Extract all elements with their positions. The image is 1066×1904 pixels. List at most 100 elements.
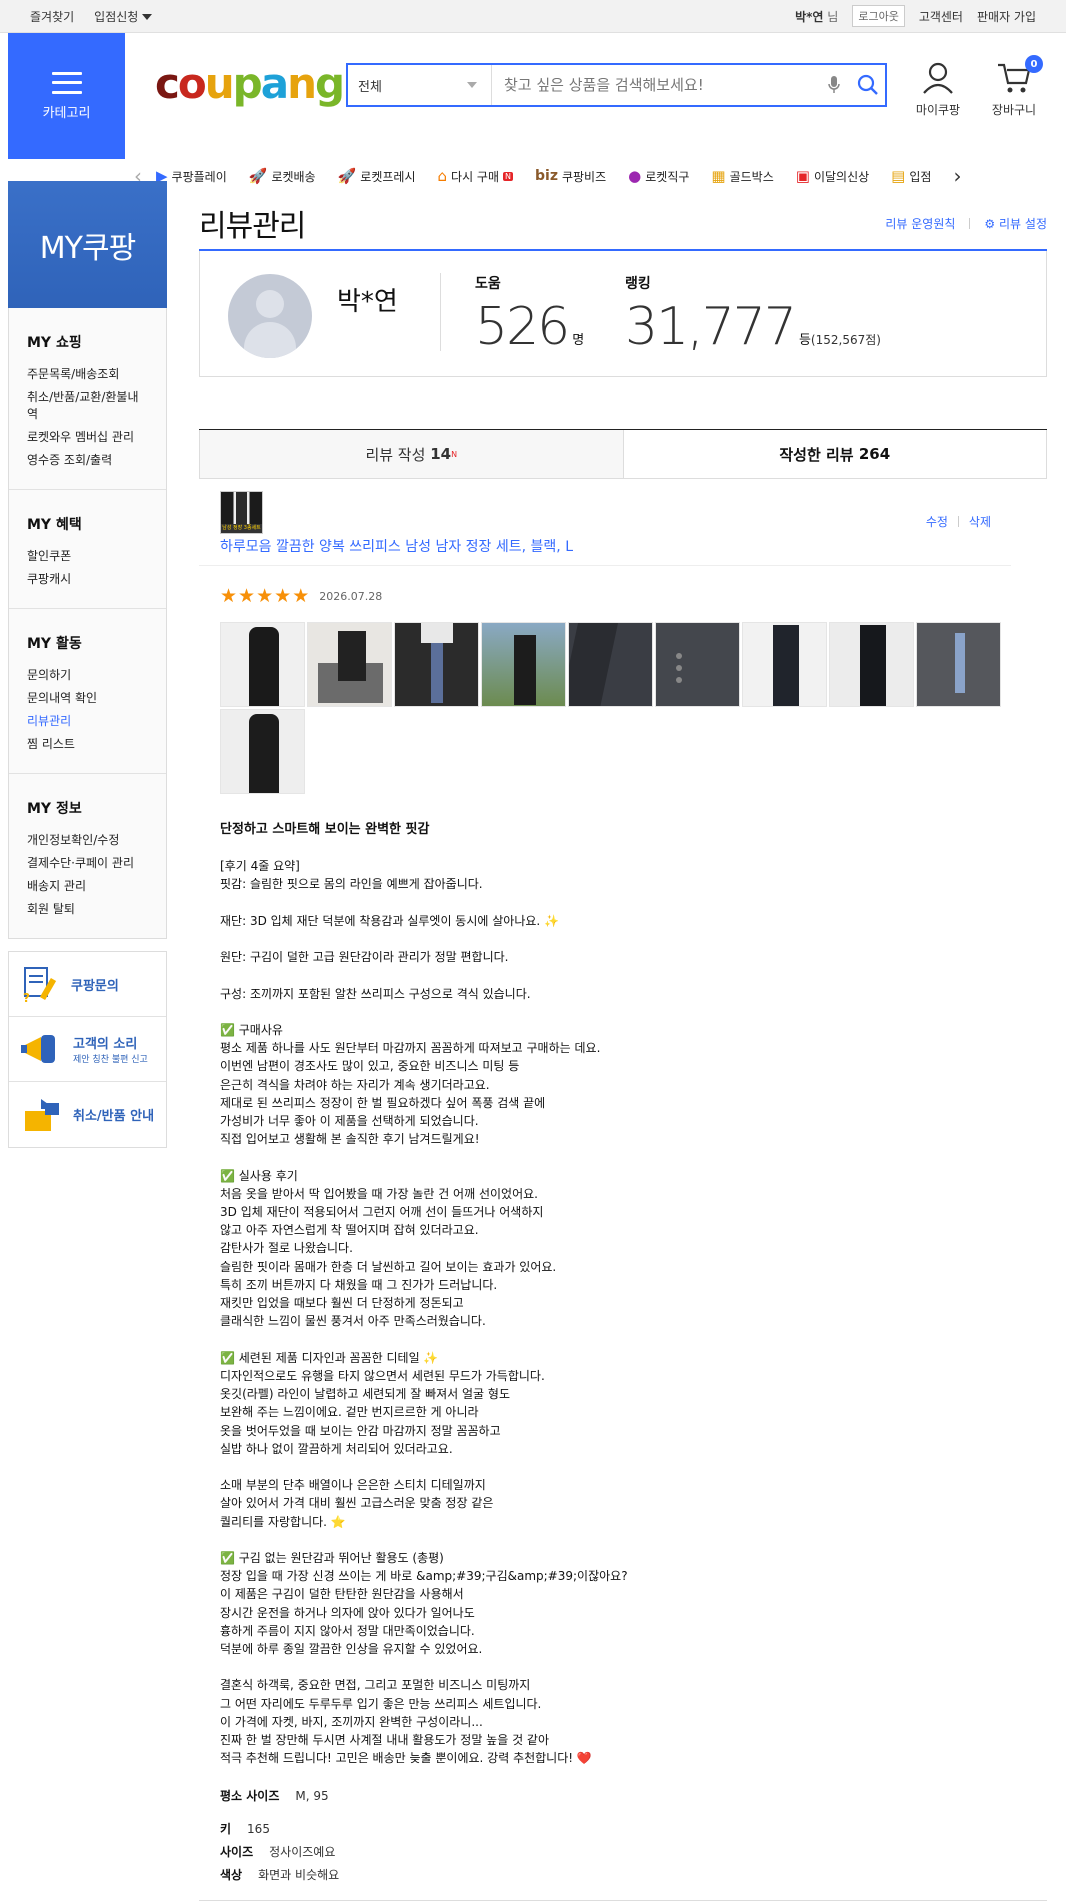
sidebar-item-address[interactable]: 배송지 관리 bbox=[27, 878, 148, 895]
product-title-link[interactable]: 하루모음 깔끔한 양복 쓰리피스 남성 남자 정장 세트, 블랙, L bbox=[220, 536, 573, 556]
section-title: MY 활동 bbox=[27, 636, 82, 652]
star-icon: ★ bbox=[256, 585, 274, 607]
customer-service-box: ? 쿠팡문의 고객의 소리제안 칭찬 불편 신고 취소/반품 안내 bbox=[8, 951, 167, 1148]
top-bar: 즐겨찾기 입점신청 박*연 님 로그아웃 고객센터 판매자 가입 bbox=[0, 0, 1066, 33]
review-policy-link[interactable]: 리뷰 운영원칙 bbox=[885, 215, 955, 232]
review-body: [후기 4줄 요약] 핏감: 슬림한 핏으로 몸의 라인을 예쁘게 잡아줍니다.… bbox=[220, 859, 628, 1766]
main-content: 리뷰관리 리뷰 운영원칙 ⚙ 리뷰 설정 박*연 도움 526 명 랭킹 31,7… bbox=[199, 181, 1047, 1901]
review-photo[interactable] bbox=[742, 622, 827, 707]
user-greeting: 박*연 님 bbox=[795, 9, 839, 24]
review-photo[interactable] bbox=[916, 622, 1001, 707]
review-photo[interactable] bbox=[394, 622, 479, 707]
return-guide-link[interactable]: 취소/반품 안내 bbox=[9, 1082, 166, 1147]
divider bbox=[440, 273, 441, 351]
my-coupang-title: MY쿠팡 bbox=[39, 230, 136, 266]
search-icon[interactable] bbox=[851, 65, 885, 105]
cs-label: 취소/반품 안내 bbox=[73, 1109, 155, 1124]
section-my-activity: MY 활동 문의하기 문의내역 확인 리뷰관리 찜 리스트 bbox=[9, 609, 166, 774]
review-photo[interactable] bbox=[220, 622, 305, 707]
rank-stat: 랭킹 31,777 등(152,567점) bbox=[625, 273, 881, 357]
sidebar-item-payment[interactable]: 결제수단·쿠페이 관리 bbox=[27, 855, 148, 872]
delete-review-button[interactable]: 삭제 bbox=[969, 513, 991, 530]
review-photos bbox=[220, 622, 1010, 794]
coupang-inquiry-link[interactable]: ? 쿠팡문의 bbox=[9, 952, 166, 1017]
return-box-icon bbox=[25, 1098, 59, 1131]
tab-write-review[interactable]: 리뷰 작성 14 N bbox=[199, 430, 624, 479]
section-my-benefits: MY 혜택 할인쿠폰 쿠팡캐시 bbox=[9, 490, 166, 609]
microphone-icon[interactable] bbox=[817, 65, 851, 105]
cs-sublabel: 제안 칭찬 불편 신고 bbox=[73, 1055, 148, 1065]
new-badge: N bbox=[503, 171, 513, 181]
coupang-logo[interactable]: coupang bbox=[155, 59, 345, 109]
review-photo[interactable] bbox=[568, 622, 653, 707]
rank-points: (152,567점) bbox=[810, 333, 881, 347]
help-unit: 명 bbox=[572, 333, 585, 348]
person-icon bbox=[923, 62, 953, 94]
section-title: MY 정보 bbox=[27, 801, 82, 817]
sidebar-item-returns[interactable]: 취소/반품/교환/환불내역 bbox=[27, 389, 148, 423]
cs-label: 쿠팡문의 bbox=[71, 978, 119, 994]
customer-center-link[interactable]: 고객센터 bbox=[919, 8, 963, 25]
review-photo[interactable] bbox=[307, 622, 392, 707]
review-photo[interactable] bbox=[481, 622, 566, 707]
partner-menu[interactable]: 입점신청 bbox=[94, 8, 153, 25]
sidebar-item-receipts[interactable]: 영수증 조회/출력 bbox=[27, 452, 148, 469]
section-title: MY 쇼핑 bbox=[27, 335, 82, 351]
review-settings-label: 리뷰 설정 bbox=[999, 217, 1047, 231]
rank-unit: 등 bbox=[798, 333, 811, 348]
tab-label: 리뷰 작성 bbox=[365, 445, 426, 464]
category-label: 카테고리 bbox=[42, 105, 91, 121]
sidebar-item-inquiry[interactable]: 문의하기 bbox=[27, 667, 148, 684]
review-photo[interactable] bbox=[655, 622, 740, 707]
cart-button[interactable]: 0 장바구니 bbox=[981, 55, 1047, 118]
section-my-shopping: MY 쇼핑 주문목록/배송조회 취소/반품/교환/환불내역 로켓와우 멤버십 관… bbox=[9, 308, 166, 490]
gear-icon: ⚙ bbox=[984, 217, 996, 231]
my-coupang-banner[interactable]: MY쿠팡 bbox=[8, 181, 167, 308]
logout-button[interactable]: 로그아웃 bbox=[852, 5, 905, 27]
cart-count-badge: 0 bbox=[1025, 55, 1043, 73]
height-value: 165 bbox=[247, 1822, 270, 1836]
review-photo[interactable] bbox=[829, 622, 914, 707]
megaphone-icon bbox=[21, 1035, 55, 1063]
sidebar-item-reviews[interactable]: 리뷰관리 bbox=[27, 713, 148, 730]
divider bbox=[969, 218, 971, 229]
sidebar-item-coupons[interactable]: 할인쿠폰 bbox=[27, 548, 148, 565]
review-photo[interactable] bbox=[220, 709, 305, 794]
tab-written-reviews[interactable]: 작성한 리뷰 264 bbox=[623, 430, 1047, 479]
chevron-down-icon bbox=[467, 82, 477, 88]
sidebar-item-withdraw[interactable]: 회원 탈퇴 bbox=[27, 901, 148, 918]
sidebar-item-cash[interactable]: 쿠팡캐시 bbox=[27, 571, 148, 588]
sidebar-item-profile[interactable]: 개인정보확인/수정 bbox=[27, 832, 148, 849]
sidebar-item-orders[interactable]: 주문목록/배송조회 bbox=[27, 366, 148, 383]
profile-name: 박*연 bbox=[337, 287, 398, 317]
voice-of-customer-link[interactable]: 고객의 소리제안 칭찬 불편 신고 bbox=[9, 1017, 166, 1082]
search-category-select[interactable]: 전체 bbox=[348, 65, 492, 105]
color-label: 색상 bbox=[220, 1868, 243, 1882]
mypage-button[interactable]: 마이쿠팡 bbox=[905, 61, 971, 118]
cs-label: 고객의 소리 bbox=[73, 1037, 138, 1052]
sidebar-item-wishlist[interactable]: 찜 리스트 bbox=[27, 736, 148, 753]
star-icon: ★ bbox=[292, 585, 310, 607]
sidebar-item-inquiry-history[interactable]: 문의내역 확인 bbox=[27, 690, 148, 707]
section-my-info: MY 정보 개인정보확인/수정 결제수단·쿠페이 관리 배송지 관리 회원 탈퇴 bbox=[9, 774, 166, 938]
height-label: 키 bbox=[220, 1822, 232, 1836]
search-input[interactable] bbox=[492, 76, 817, 94]
thumbnail-tag: 남성 정장 3종세트 bbox=[221, 524, 262, 533]
tab-count: 14 bbox=[430, 445, 452, 463]
category-button[interactable]: 카테고리 bbox=[8, 33, 125, 159]
review-rating: ★ ★ ★ ★ ★ 2026.07.28 bbox=[220, 587, 382, 606]
review-settings-link[interactable]: ⚙ 리뷰 설정 bbox=[984, 215, 1047, 232]
seller-join-link[interactable]: 판매자 가입 bbox=[977, 8, 1036, 25]
review-date: 2026.07.28 bbox=[319, 590, 383, 603]
cart-label: 장바구니 bbox=[991, 103, 1037, 117]
star-icon: ★ bbox=[238, 585, 256, 607]
edit-review-button[interactable]: 수정 bbox=[926, 513, 948, 530]
reviewed-product: 남성 정장 3종세트 하루모음 깔끔한 양복 쓰리피스 남성 남자 정장 세트,… bbox=[199, 491, 1011, 566]
product-thumbnail[interactable]: 남성 정장 3종세트 bbox=[220, 491, 263, 534]
profile-card: 박*연 도움 526 명 랭킹 31,777 등(152,567점) bbox=[199, 251, 1047, 377]
header: 카테고리 coupang 전체 마이쿠팡 0 장바구니 ‹ ▶쿠팡플레이 🚀로켓… bbox=[0, 33, 1066, 188]
sidebar-item-wow-membership[interactable]: 로켓와우 멤버십 관리 bbox=[27, 429, 148, 446]
favorites-link[interactable]: 즐겨찾기 bbox=[30, 8, 74, 25]
partner-label: 입점신청 bbox=[94, 9, 139, 24]
sidebar-menu: MY 쇼핑 주문목록/배송조회 취소/반품/교환/환불내역 로켓와우 멤버십 관… bbox=[8, 308, 167, 939]
